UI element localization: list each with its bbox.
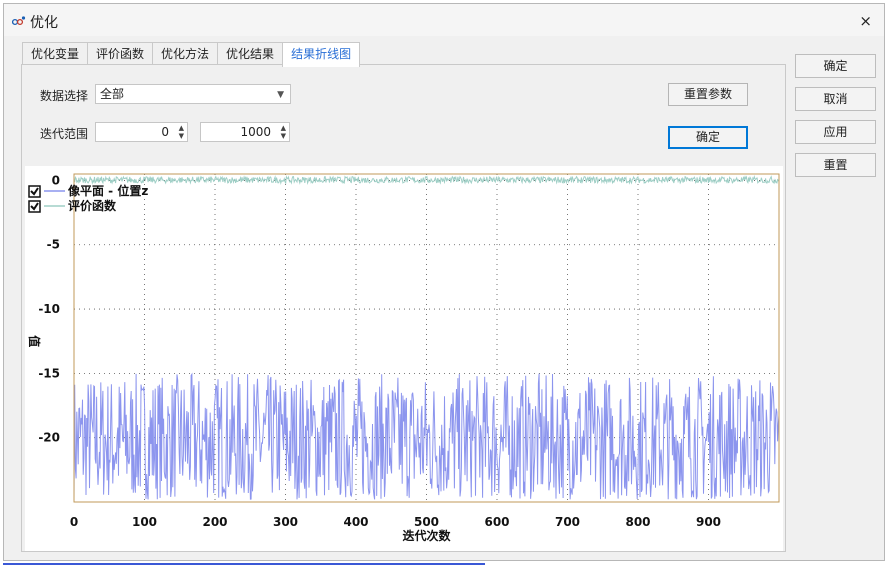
reset-button[interactable]: 重置 (795, 153, 876, 177)
close-button[interactable]: × (859, 12, 872, 30)
cancel-button[interactable]: 取消 (795, 87, 876, 111)
apply-button[interactable]: 应用 (795, 120, 876, 144)
optimization-dialog: 优化 × 优化变量 评价函数 优化方法 优化结果 结果折线图 数据选择 全部 ▼… (3, 3, 885, 561)
x-tick-label: 300 (273, 515, 298, 529)
chevron-down-icon: ▼ (277, 90, 284, 100)
y-tick-label: -10 (38, 302, 60, 316)
range-start-spinbox[interactable]: 0 ▲ ▼ (95, 122, 188, 142)
line-chart: 0 100 200 300 400 500 600 700 800 900 0 -5 -10 -15 -20… (25, 166, 783, 551)
y-axis-label: 值 (27, 335, 42, 347)
data-select-label: 数据选择 (40, 89, 89, 103)
tab-panel: 数据选择 全部 ▼ 迭代范围 0 ▲ ▼ 1000 ▲ ▼ 重置参数 确定 0 100… (21, 64, 786, 552)
iteration-range-label: 迭代范围 (40, 127, 89, 141)
y-tick-label: -5 (47, 238, 60, 252)
line-chart-svg: 0 100 200 300 400 500 600 700 800 900 0 -5 -10 -15 -20… (27, 173, 780, 543)
x-tick-label: 800 (625, 515, 650, 529)
side-button-panel: 确定 取消 应用 重置 (789, 37, 884, 557)
x-axis-label: 迭代次数 (402, 528, 451, 543)
tab-optimization-results[interactable]: 优化结果 (217, 42, 284, 65)
y-tick-label: -15 (38, 366, 60, 380)
x-tick-label: 200 (202, 515, 227, 529)
range-end-value: 1000 (240, 125, 271, 139)
reset-params-button[interactable]: 重置参数 (668, 83, 748, 106)
spin-arrows-icon[interactable]: ▲ ▼ (179, 124, 184, 140)
data-select-dropdown[interactable]: 全部 ▼ (95, 84, 291, 104)
x-tick-label: 100 (132, 515, 157, 529)
range-start-value: 0 (161, 125, 169, 139)
legend-label: 评价函数 (68, 198, 117, 213)
range-end-spinbox[interactable]: 1000 ▲ ▼ (200, 122, 290, 142)
tab-optimization-variables[interactable]: 优化变量 (22, 42, 89, 65)
focus-underline (3, 563, 485, 565)
x-tick-label: 900 (696, 515, 721, 529)
y-tick-label: -20 (38, 431, 60, 445)
x-tick-label: 500 (414, 515, 439, 529)
x-tick-label: 700 (555, 515, 580, 529)
series-line-image-plane-z (73, 372, 780, 500)
spin-arrows-icon[interactable]: ▲ ▼ (281, 124, 286, 140)
tab-bar: 优化变量 评价函数 优化方法 优化结果 结果折线图 (22, 42, 361, 67)
x-tick-label: 0 (70, 515, 78, 529)
app-logo-icon (12, 16, 26, 26)
confirm-range-button[interactable]: 确定 (668, 126, 748, 149)
ok-button[interactable]: 确定 (795, 54, 876, 78)
title-bar: 优化 × (4, 4, 884, 36)
x-tick-label: 400 (343, 515, 368, 529)
x-tick-label: 600 (484, 515, 509, 529)
tab-merit-function[interactable]: 评价函数 (87, 42, 154, 65)
legend-label: 像平面 - 位置z (68, 183, 148, 198)
y-tick-label: 0 (52, 173, 60, 187)
window-title: 优化 (30, 15, 58, 31)
tab-result-line-chart[interactable]: 结果折线图 (282, 42, 361, 67)
data-select-value: 全部 (100, 87, 125, 101)
tab-optimization-method[interactable]: 优化方法 (152, 42, 219, 65)
